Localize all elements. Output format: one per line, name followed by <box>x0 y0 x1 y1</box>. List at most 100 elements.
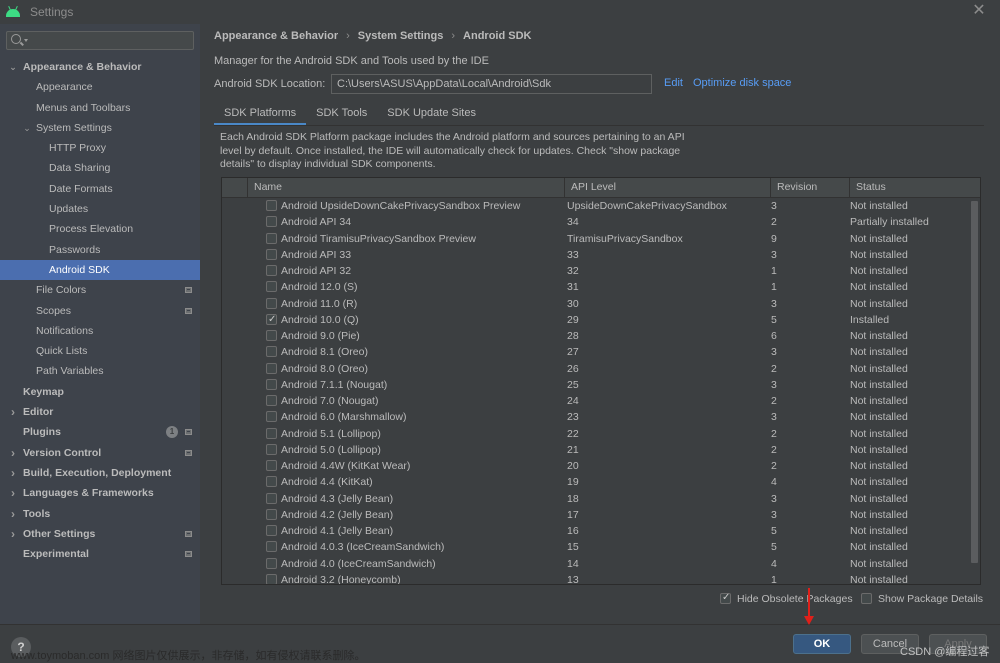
chevron-right-icon[interactable]: › <box>8 483 18 503</box>
tab-sdk-tools[interactable]: SDK Tools <box>306 102 377 126</box>
table-row[interactable]: Android 4.2 (Jelly Bean) 17 3 Not installed <box>222 507 970 523</box>
package-checkbox[interactable] <box>266 346 277 358</box>
sidebar-item[interactable]: Quick Lists <box>0 341 200 361</box>
tab-sdk-platforms[interactable]: SDK Platforms <box>214 102 307 126</box>
table-row[interactable]: Android API 33 33 3 Not installed <box>222 247 970 263</box>
sidebar-item[interactable]: › Version Control <box>0 443 200 463</box>
package-checkbox[interactable] <box>266 248 277 260</box>
package-checkbox[interactable] <box>266 200 277 211</box>
sidebar-item[interactable]: Scopes <box>0 301 200 321</box>
package-checkbox[interactable] <box>266 525 277 536</box>
table-row[interactable]: Android API 32 32 1 Not installed <box>222 263 970 279</box>
sidebar-item[interactable]: Data Sharing <box>0 158 200 178</box>
table-row[interactable]: Android 11.0 (R) 30 3 Not installed <box>222 296 970 312</box>
table-row[interactable]: Android 10.0 (Q) 29 5 Installed <box>222 312 970 328</box>
show-details-option[interactable]: Show Package Details <box>861 592 983 606</box>
column-header-name[interactable]: Name <box>247 178 564 198</box>
table-scrollbar[interactable] <box>971 201 978 563</box>
package-checkbox[interactable] <box>266 281 277 293</box>
package-checkbox[interactable] <box>266 541 277 553</box>
sidebar-item[interactable]: Android SDK <box>0 259 200 281</box>
package-checkbox[interactable] <box>266 557 277 569</box>
package-checkbox[interactable] <box>266 378 277 390</box>
tab-sdk-update-sites[interactable]: SDK Update Sites <box>377 102 486 126</box>
package-checkbox[interactable] <box>266 232 277 244</box>
chevron-right-icon[interactable]: › <box>8 504 18 524</box>
package-checkbox[interactable] <box>266 492 277 504</box>
sidebar-item[interactable]: ⌄ System Settings <box>0 118 200 138</box>
sidebar-item[interactable]: Appearance <box>0 77 200 97</box>
sidebar-item[interactable]: Keymap <box>0 382 200 402</box>
package-checkbox[interactable] <box>266 216 277 228</box>
ok-button[interactable]: OK <box>793 634 851 654</box>
table-row[interactable]: Android 4.4W (KitKat Wear) 20 2 Not install… <box>222 458 970 474</box>
package-checkbox[interactable] <box>266 312 277 328</box>
sidebar-item[interactable]: Process Elevation <box>0 219 200 239</box>
package-checkbox[interactable] <box>266 427 277 439</box>
sidebar-item[interactable]: ⌄ Appearance & Behavior <box>0 57 200 77</box>
sidebar-item[interactable]: › Languages & Frameworks <box>0 483 200 503</box>
sidebar-item[interactable]: Menus and Toolbars <box>0 98 200 118</box>
table-row[interactable]: Android 5.0 (Lollipop) 21 2 Not installed <box>222 442 970 458</box>
package-checkbox[interactable] <box>266 476 277 488</box>
chevron-right-icon[interactable]: › <box>8 463 18 483</box>
package-checkbox[interactable] <box>266 411 277 423</box>
table-row[interactable]: Android 7.1.1 (Nougat) 25 3 Not installed <box>222 377 970 393</box>
sidebar-item[interactable]: › Other Settings <box>0 524 200 544</box>
table-row[interactable]: Android 4.1 (Jelly Bean) 16 5 Not installed <box>222 523 970 539</box>
table-row[interactable]: Android 3.2 (Honeycomb) 13 1 Not installed <box>222 572 970 584</box>
table-row[interactable]: Android API 34 34 2 Partially installed <box>222 214 970 230</box>
table-row[interactable]: Android 5.1 (Lollipop) 22 2 Not installed <box>222 426 970 442</box>
package-checkbox[interactable] <box>266 460 277 471</box>
package-checkbox[interactable] <box>266 508 277 520</box>
table-row[interactable]: Android 9.0 (Pie) 28 6 Not installed <box>222 328 970 344</box>
settings-search[interactable] <box>6 31 194 50</box>
table-row[interactable]: Android 12.0 (S) 31 1 Not installed <box>222 279 970 295</box>
hide-obsolete-option[interactable]: Hide Obsolete Packages <box>720 591 853 606</box>
sidebar-item[interactable]: Plugins 1 <box>0 422 200 442</box>
sidebar-item[interactable]: HTTP Proxy <box>0 138 200 158</box>
sidebar-item[interactable]: › Build, Execution, Deployment <box>0 463 200 483</box>
optimize-disk-space-link[interactable]: Optimize disk space <box>693 77 791 89</box>
sidebar-item[interactable]: › Editor <box>0 402 200 422</box>
show-details-checkbox[interactable] <box>861 593 872 604</box>
chevron-down-icon[interactable]: ⌄ <box>22 118 32 138</box>
hide-obsolete-checkbox[interactable] <box>720 591 731 605</box>
search-input[interactable] <box>29 32 189 49</box>
table-row[interactable]: Android 4.3 (Jelly Bean) 18 3 Not installed <box>222 491 970 507</box>
sidebar-item[interactable]: Date Formats <box>0 179 200 199</box>
package-checkbox[interactable] <box>266 395 277 406</box>
package-checkbox[interactable] <box>266 330 277 341</box>
sidebar-item[interactable]: Passwords <box>0 240 200 260</box>
sidebar-item[interactable]: › Tools <box>0 504 200 524</box>
sidebar-item[interactable]: File Colors <box>0 280 200 300</box>
sidebar-item[interactable]: Notifications <box>0 321 200 341</box>
close-icon[interactable]: ✕ <box>972 3 986 19</box>
package-checkbox[interactable] <box>266 573 277 584</box>
table-row[interactable]: Android 7.0 (Nougat) 24 2 Not installed <box>222 393 970 409</box>
table-row[interactable]: Android 6.0 (Marshmallow) 23 3 Not installe… <box>222 409 970 425</box>
chevron-down-icon[interactable]: ⌄ <box>8 57 18 77</box>
sidebar-item[interactable]: Updates <box>0 199 200 219</box>
table-row[interactable]: Android 4.4 (KitKat) 19 4 Not installed <box>222 474 970 490</box>
table-row[interactable]: Android 8.0 (Oreo) 26 2 Not installed <box>222 361 970 377</box>
chevron-right-icon[interactable]: › <box>8 524 18 544</box>
package-checkbox[interactable] <box>266 297 277 309</box>
chevron-right-icon[interactable]: › <box>8 443 18 463</box>
table-row[interactable]: Android 4.0 (IceCreamSandwich) 14 4 Not ins… <box>222 556 970 572</box>
chevron-right-icon[interactable]: › <box>8 402 18 422</box>
package-checkbox[interactable] <box>266 265 277 276</box>
table-row[interactable]: Android UpsideDownCakePrivacySandbox Pre… <box>222 198 970 214</box>
table-row[interactable]: Android TiramisuPrivacySandbox Preview Ti… <box>222 231 970 247</box>
search-dropdown-icon[interactable] <box>24 39 28 42</box>
column-header-revision[interactable]: Revision <box>770 178 850 198</box>
column-header-api-level[interactable]: API Level <box>564 178 770 198</box>
sidebar-item[interactable]: Experimental <box>0 544 200 564</box>
sidebar-item[interactable]: Path Variables <box>0 361 200 381</box>
edit-link[interactable]: Edit <box>664 77 683 89</box>
column-header-status[interactable]: Status <box>849 178 980 198</box>
sdk-location-field[interactable]: C:\Users\ASUS\AppData\Local\Android\Sdk <box>331 74 652 94</box>
table-row[interactable]: Android 8.1 (Oreo) 27 3 Not installed <box>222 344 970 360</box>
package-checkbox[interactable] <box>266 443 277 455</box>
table-row[interactable]: Android 4.0.3 (IceCreamSandwich) 15 5 Not i… <box>222 539 970 555</box>
